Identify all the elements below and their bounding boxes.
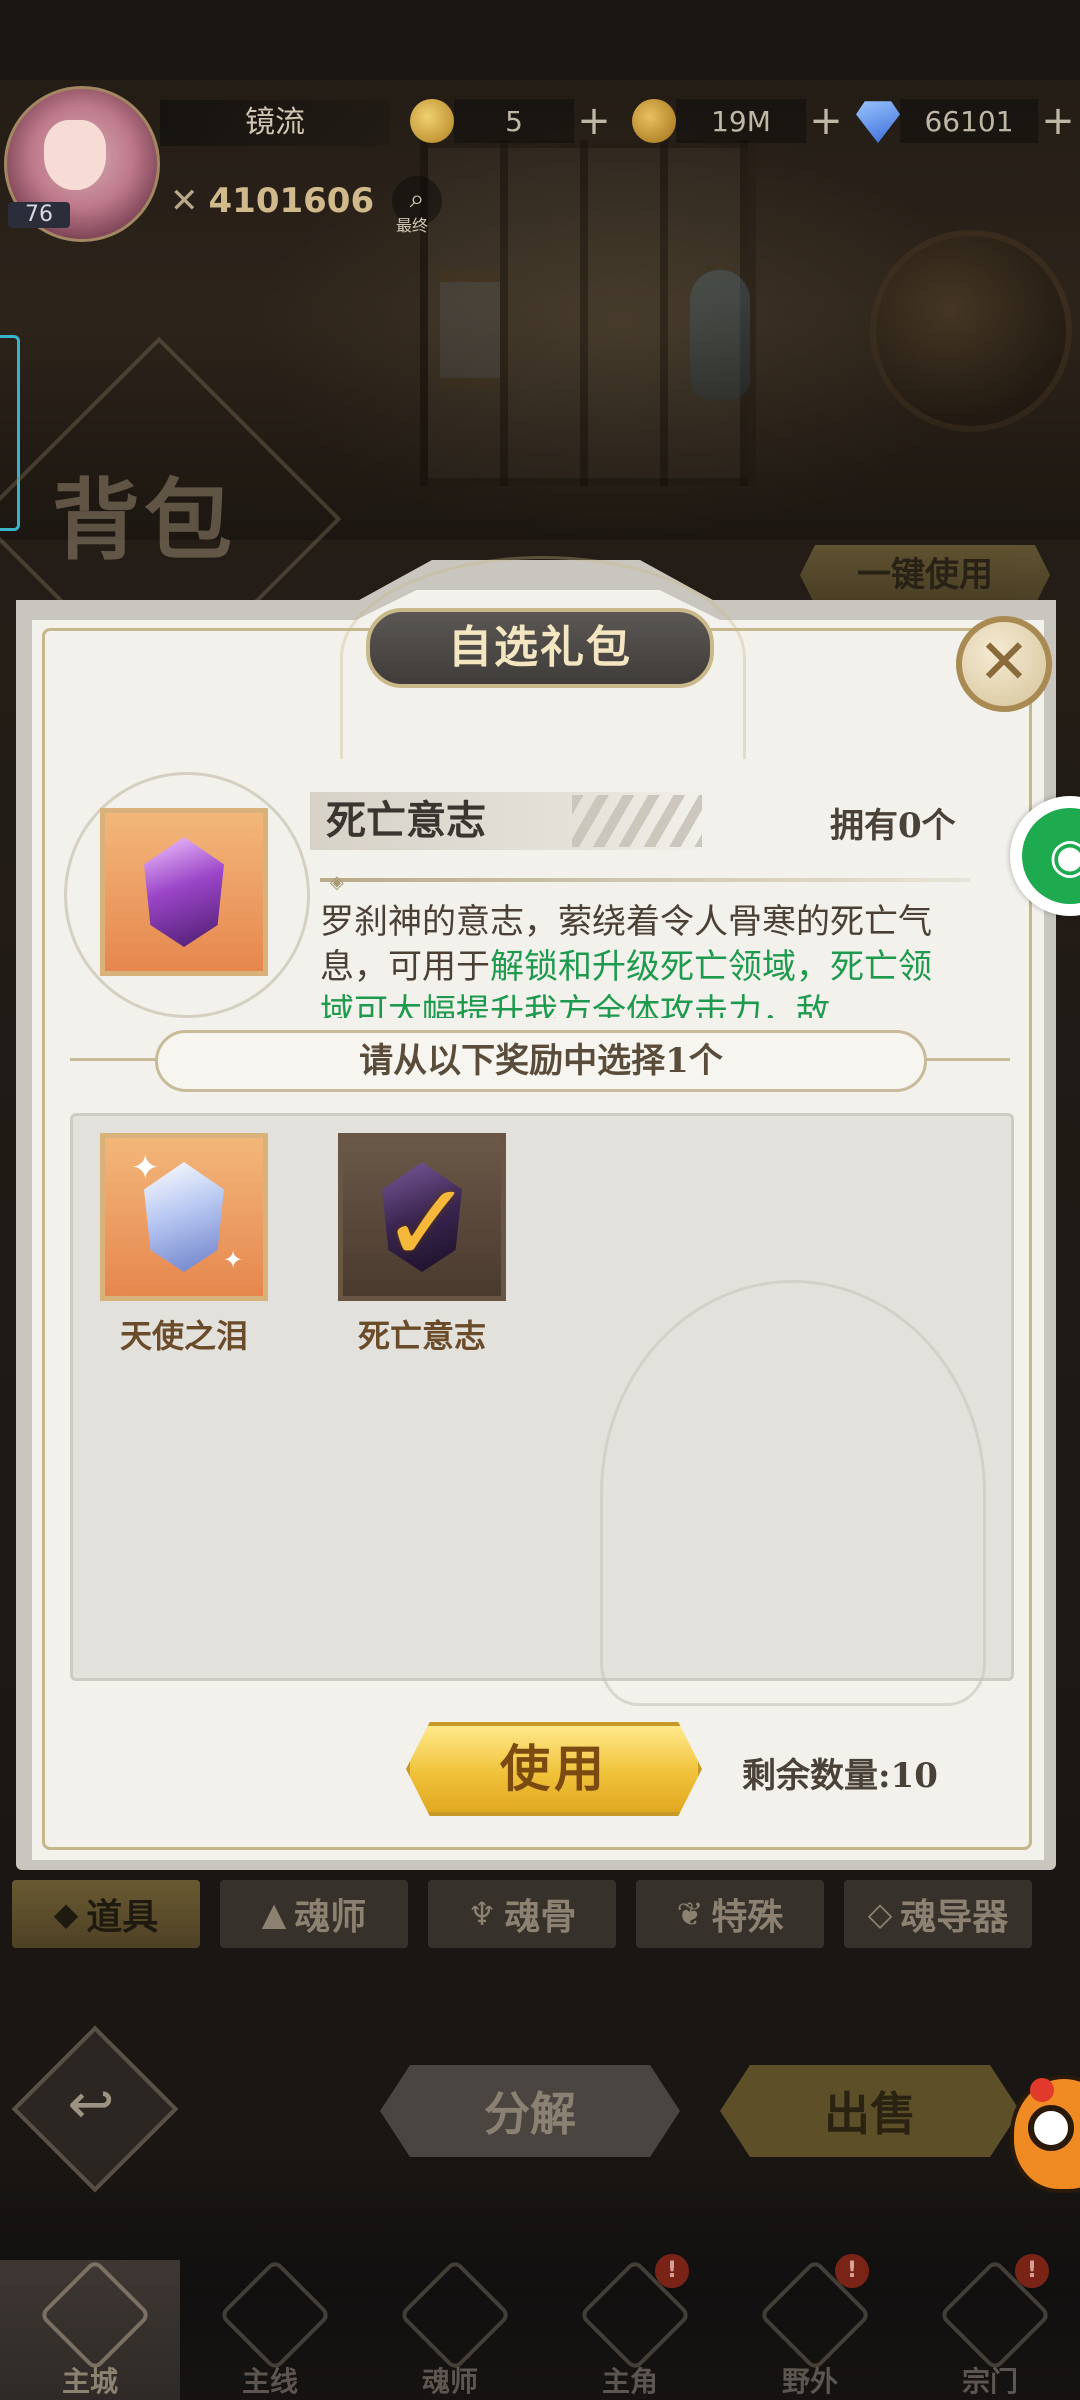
nav-main-city-label: 主城 — [61, 2365, 118, 2398]
search-tag: 最终 — [396, 216, 429, 235]
description-divider — [320, 878, 970, 882]
reward-option[interactable]: ✦ ✦ 天使之泪 — [100, 1133, 270, 1357]
select-bar-right-wing — [920, 1058, 1010, 1061]
bottom-nav: 主城 主线 魂师 ! 主角 ! 野外 ! 宗门 — [0, 2254, 1080, 2400]
tab-soul-masters[interactable]: ▲ 魂师 — [220, 1880, 408, 1948]
nav-protagonist[interactable]: ! 主角 — [540, 2254, 720, 2400]
item-name: 死亡意志 — [326, 797, 486, 844]
diamond-icon — [856, 101, 900, 143]
reward-icon-frame[interactable]: ✦ ✦ — [100, 1133, 268, 1301]
resource-copper: 19M + — [632, 98, 846, 144]
resource-diamond: 66101 + — [856, 98, 1078, 144]
divider-diamond-icon: ◈ — [330, 872, 344, 893]
nav-wild-badge: ! — [835, 2254, 869, 2288]
nav-sect-label: 宗门 — [961, 2365, 1018, 2398]
panel-watermark-illustration — [600, 1280, 986, 1706]
item-icon: ◆ — [53, 1895, 79, 1933]
tab-special[interactable]: ❦ 特殊 — [636, 1880, 824, 1948]
item-description: 罗刹神的意志，萦绕着令人骨寒的死亡气息，可用于解锁和升级死亡领域，死亡领域可大幅… — [320, 900, 940, 1018]
add-copper-button[interactable]: + — [806, 99, 846, 143]
remaining-count: 剩余数量:10 — [742, 1756, 938, 1796]
nav-wild[interactable]: ! 野外 — [720, 2254, 900, 2400]
tab-soul-devices-label: 魂导器 — [900, 1897, 1009, 1938]
reward-option-selected[interactable]: ✓ 死亡意志 — [338, 1133, 508, 1357]
add-diamond-button[interactable]: + — [1038, 99, 1078, 143]
avatar-face — [44, 120, 106, 190]
reward-icon-frame[interactable]: ✓ — [338, 1133, 506, 1301]
reward-label: 天使之泪 — [119, 1317, 248, 1355]
bag-title: 背包 — [52, 468, 237, 572]
special-icon: ❦ — [676, 1895, 704, 1933]
nav-soul-master[interactable]: 魂师 — [360, 2258, 540, 2400]
nav-wild-label: 野外 — [781, 2365, 838, 2398]
player-name: 镜流 — [160, 100, 390, 146]
nav-soul-master-label: 魂师 — [421, 2365, 478, 2398]
mascot-notification-dot — [1030, 2078, 1054, 2102]
nav-protagonist-badge: ! — [655, 2254, 689, 2288]
close-icon: ✕ — [978, 625, 1030, 698]
nav-sect-badge: ! — [1015, 2254, 1049, 2288]
dialog-title: 自选礼包 — [366, 608, 714, 688]
tab-soul-devices[interactable]: ◇ 魂导器 — [844, 1880, 1032, 1948]
nav-main-story[interactable]: 主线 — [180, 2258, 360, 2400]
mascot-eye-icon — [1028, 2105, 1074, 2151]
crossed-swords-icon: ✕ — [170, 181, 199, 221]
reward-label: 死亡意志 — [357, 1317, 486, 1355]
category-tabs: ◆ 道具 ▲ 魂师 ♆ 魂骨 ❦ 特殊 ◇ 魂导器 — [12, 1880, 1032, 1948]
gold-coin-icon — [410, 99, 454, 143]
top-hud: 76 镜流 5 + 19M + 66101 + ✕ 4101606 ⌕ 最终 — [0, 80, 1080, 242]
shield-icon — [218, 2258, 332, 2372]
soul-bone-icon: ♆ — [467, 1895, 497, 1933]
sparkle-icon: ✦ — [131, 1148, 160, 1188]
add-gold-button[interactable]: + — [574, 99, 614, 143]
tab-special-label: 特殊 — [711, 1897, 784, 1938]
nav-main-story-label: 主线 — [241, 2365, 298, 2398]
nav-main-city[interactable]: 主城 — [0, 2258, 180, 2400]
use-button[interactable]: 使用 — [406, 1722, 702, 1816]
sparkle-icon: ✦ — [223, 1246, 244, 1274]
combat-power-value: 4101606 — [208, 181, 375, 221]
resource-gold: 5 + — [410, 98, 614, 144]
select-prompt: 请从以下奖励中选择1个 — [155, 1030, 927, 1092]
tab-soul-bones-label: 魂骨 — [504, 1897, 577, 1938]
magnifier-icon: ⌕ — [409, 184, 425, 214]
tab-soul-masters-label: 魂师 — [294, 1897, 367, 1938]
tab-soul-bones[interactable]: ♆ 魂骨 — [428, 1880, 616, 1948]
decompose-button[interactable]: 分解 — [380, 2065, 680, 2157]
nav-sect[interactable]: ! 宗门 — [900, 2254, 1080, 2400]
checkmark-icon: ✓ — [381, 1159, 474, 1287]
copper-coin-icon — [632, 99, 676, 143]
resource-copper-value: 19M — [676, 99, 806, 143]
castle-icon — [38, 2258, 152, 2372]
book-icon — [398, 2258, 512, 2372]
soul-device-icon: ◇ — [867, 1895, 893, 1933]
return-arrow-icon: ↩ — [67, 2072, 115, 2137]
soul-master-icon: ▲ — [261, 1895, 287, 1933]
one-key-use-button[interactable]: 一键使用 — [800, 545, 1050, 605]
item-icon-frame[interactable] — [100, 808, 268, 976]
tab-items-label: 道具 — [86, 1897, 159, 1938]
sell-button[interactable]: 出售 — [720, 2065, 1020, 2157]
close-button[interactable]: ✕ — [956, 616, 1052, 712]
death-will-crystal-icon — [144, 837, 224, 947]
resource-diamond-value: 66101 — [900, 99, 1038, 143]
item-name-stripes — [572, 795, 702, 847]
owned-count: 拥有0个 — [830, 806, 956, 846]
select-bar-left-wing — [70, 1058, 160, 1061]
nav-protagonist-label: 主角 — [601, 2365, 658, 2398]
tab-items[interactable]: ◆ 道具 — [12, 1880, 200, 1948]
resource-gold-value: 5 — [454, 99, 574, 143]
combat-power: ✕ 4101606 — [170, 176, 374, 226]
player-level: 76 — [8, 202, 70, 228]
